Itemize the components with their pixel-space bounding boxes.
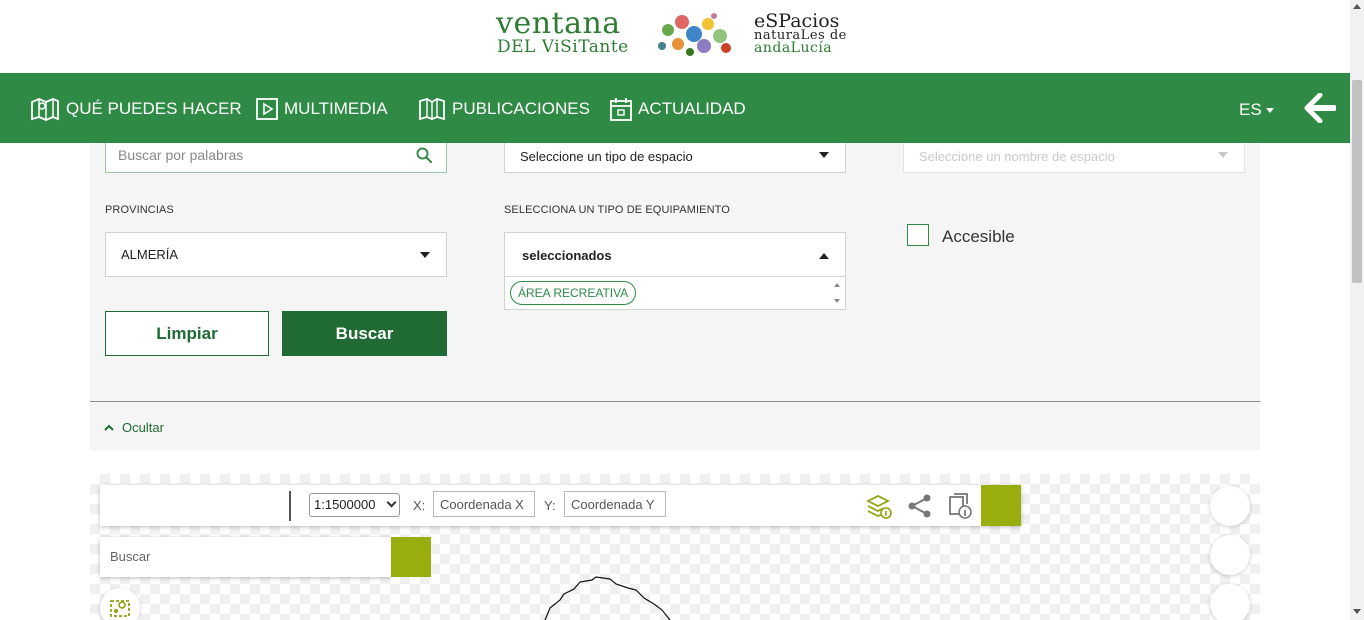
nav-item-actualidad[interactable]: ACTUALIDAD <box>610 97 746 121</box>
accesible-label: Accesible <box>942 227 1015 246</box>
site-logo[interactable]: ventana DEL ViSiTante eSPacios naturaLes… <box>496 6 858 60</box>
calendar-icon <box>610 98 632 121</box>
language-selector[interactable]: ES <box>1239 100 1274 120</box>
page: ventana DEL ViSiTante eSPacios naturaLes… <box>0 0 1364 620</box>
scale-select[interactable]: 1:1500000 <box>309 493 400 517</box>
share-icon[interactable] <box>906 492 934 520</box>
provincias-label: PROVINCIAS <box>105 204 174 216</box>
map-icon <box>31 98 59 121</box>
nombre-espacio-value: Seleccione un nombre de espacio <box>919 149 1115 164</box>
logo-espacios: eSPacios naturaLes de andaLucía <box>754 10 858 58</box>
caret-down-icon <box>420 252 430 258</box>
toolbar-toggle-button[interactable] <box>981 485 1021 526</box>
hide-filters-link[interactable]: Ocultar <box>104 420 164 435</box>
coord-y-label: Y: <box>544 498 556 513</box>
logo-right-line-3: andaLucía <box>754 40 833 56</box>
tag-area-recreativa[interactable]: ÁREA RECREATIVA <box>510 281 637 305</box>
caret-up-icon <box>819 253 829 259</box>
equipamiento-label: SELECCIONA UN TIPO DE EQUIPAMIENTO <box>504 204 730 216</box>
search-icon[interactable] <box>416 147 432 163</box>
coord-x-label: X: <box>413 498 426 513</box>
toolbar-separator <box>289 491 291 521</box>
nav-label: ACTUALIDAD <box>638 99 746 118</box>
coord-x-input[interactable]: Coordenada X <box>433 491 535 517</box>
map-search-box <box>100 537 391 577</box>
nav-label: PUBLICACIONES <box>452 99 590 118</box>
feature-info-icon[interactable] <box>946 492 974 520</box>
nav-item-que-puedes-hacer[interactable]: QUÉ PUEDES HACER <box>30 97 242 121</box>
search-panel: Seleccione un tipo de espacio Seleccione… <box>90 137 1260 401</box>
zoom-out-button[interactable] <box>1210 535 1250 575</box>
hide-label: Ocultar <box>122 420 164 435</box>
nav-label: QUÉ PUEDES HACER <box>66 99 242 118</box>
map-search-input[interactable] <box>100 537 380 575</box>
keyword-search-input[interactable] <box>106 138 396 172</box>
accesible-checkbox[interactable] <box>907 224 929 246</box>
tags-scrollbar[interactable] <box>831 279 843 307</box>
logo-line-2: DEL ViSiTante <box>497 37 629 57</box>
page-scrollbar[interactable] <box>1350 0 1364 620</box>
logo-bar: ventana DEL ViSiTante eSPacios naturaLes… <box>0 0 1350 73</box>
logo-ventana: ventana DEL ViSiTante <box>496 6 646 60</box>
map-search-button[interactable] <box>391 537 431 577</box>
language-value: ES <box>1239 100 1262 119</box>
nav-item-multimedia[interactable]: MULTIMEDIA <box>256 97 388 121</box>
logo-mark-icon <box>658 13 731 56</box>
hide-bar: Ocultar <box>90 402 1260 450</box>
locate-button[interactable] <box>100 588 140 620</box>
scroll-up-icon[interactable] <box>1353 4 1361 9</box>
coord-y-input[interactable]: Coordenada Y <box>564 491 666 517</box>
home-view-button[interactable] <box>1210 584 1250 620</box>
provincia-value: ALMERÍA <box>121 247 179 262</box>
caret-down-icon <box>1265 108 1274 114</box>
caret-down-icon <box>1218 152 1228 158</box>
tipo-espacio-value: Seleccione un tipo de espacio <box>520 149 693 164</box>
arrow-left-icon[interactable] <box>1304 93 1336 123</box>
region-boundary <box>544 576 671 620</box>
search-button[interactable]: Buscar <box>282 311 447 356</box>
caret-down-icon <box>819 152 829 158</box>
play-icon <box>256 98 278 120</box>
main-nav: QUÉ PUEDES HACER MULTIMEDIA PUBLICACIONE… <box>0 73 1350 143</box>
equipamiento-value: seleccionados <box>522 248 612 263</box>
map-viewer[interactable]: 1:1500000 X: Coordenada X Y: Coordenada … <box>90 474 1260 620</box>
nav-item-publicaciones[interactable]: PUBLICACIONES <box>418 97 590 121</box>
scrollbar-thumb[interactable] <box>1352 80 1362 283</box>
layers-info-icon[interactable] <box>865 492 893 520</box>
chevron-up-icon <box>104 424 114 431</box>
map-toolbar: 1:1500000 X: Coordenada X Y: Coordenada … <box>100 485 1021 526</box>
scale-value: 1:1500000 <box>314 497 376 512</box>
map-pin-icon <box>110 600 130 617</box>
nav-label: MULTIMEDIA <box>284 99 388 118</box>
clear-button[interactable]: Limpiar <box>105 311 269 356</box>
scroll-down-icon[interactable] <box>1353 609 1361 614</box>
book-icon <box>419 98 445 120</box>
selected-tags-list: ÁREA RECREATIVA <box>504 277 846 310</box>
logo-line-1: ventana <box>496 6 621 41</box>
zoom-in-button[interactable] <box>1210 486 1250 526</box>
equipamiento-select[interactable]: seleccionados <box>504 232 846 277</box>
provincia-select[interactable]: ALMERÍA <box>105 232 447 277</box>
chevron-down-icon <box>386 497 397 508</box>
